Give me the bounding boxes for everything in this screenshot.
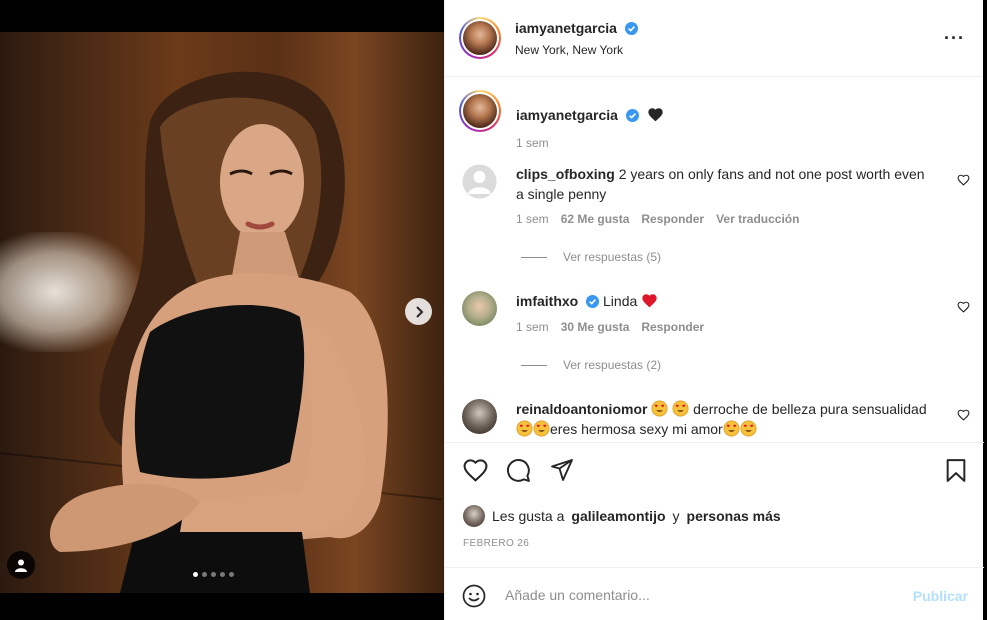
heart-eyes-emoji-icon: [533, 420, 550, 437]
author-avatar[interactable]: [459, 17, 501, 59]
publish-comment-button[interactable]: Publicar: [913, 588, 968, 604]
view-replies-button[interactable]: Ver respuestas (2): [521, 358, 661, 372]
verified-badge-icon: [625, 109, 639, 122]
add-comment-bar: Publicar: [445, 567, 984, 620]
tagged-users-button[interactable]: [7, 551, 35, 579]
comment-username[interactable]: imfaithxo: [516, 293, 578, 309]
emoji-picker-icon[interactable]: [462, 584, 486, 608]
comment-input[interactable]: [505, 583, 895, 607]
caption-username[interactable]: iamyanetgarcia: [516, 107, 618, 123]
comment-likes-count[interactable]: 30 Me gusta: [561, 320, 630, 334]
likes-others-link[interactable]: personas más: [687, 508, 781, 524]
caption-time[interactable]: 1 sem: [516, 136, 549, 150]
like-comment-heart-icon[interactable]: [957, 174, 970, 186]
likes-middle: y: [672, 508, 680, 524]
heart-eyes-emoji-icon: [651, 400, 668, 417]
liker-username[interactable]: galileamontijo: [571, 508, 665, 524]
post-date[interactable]: FEBRERO 26: [463, 538, 529, 549]
likes-prefix: Les gusta a: [492, 508, 565, 524]
black-heart-icon: [648, 108, 663, 122]
view-replies-label: Ver respuestas (2): [563, 358, 662, 372]
reply-button[interactable]: Responder: [641, 212, 704, 226]
liker-avatar[interactable]: [463, 505, 485, 527]
comments-list[interactable]: iamyanetgarcia 1 sem clips_ofboxing 2 ye…: [445, 78, 984, 442]
post-location[interactable]: New York, New York: [515, 43, 623, 57]
post-media-pane: [0, 0, 444, 620]
comment-username[interactable]: clips_ofboxing: [516, 166, 615, 182]
post-photo: [0, 32, 444, 593]
like-comment-heart-icon[interactable]: [957, 301, 970, 313]
carousel-dot: [202, 572, 207, 577]
carousel-dot: [193, 572, 198, 577]
view-replies-label: Ver respuestas (5): [563, 250, 662, 264]
reply-button[interactable]: Responder: [641, 320, 704, 334]
carousel-dot: [220, 572, 225, 577]
commenter-avatar[interactable]: [462, 291, 497, 326]
heart-eyes-emoji-icon: [516, 420, 533, 437]
share-send-icon[interactable]: [550, 458, 574, 482]
comment-time[interactable]: 1 sem: [516, 320, 549, 334]
commenter-avatar[interactable]: [462, 399, 497, 434]
comment-username[interactable]: reinaldoantoniomor: [516, 401, 647, 417]
post-actions: Les gusta a galileamontijo y personas má…: [445, 442, 984, 567]
next-slide-button[interactable]: [405, 298, 432, 325]
carousel-indicator: [193, 572, 234, 577]
more-options-icon[interactable]: ···: [944, 28, 965, 49]
comment-row: imfaithxo Linda 1 sem 30 Me gusta Respon…: [445, 291, 984, 391]
red-heart-emoji-icon: [642, 294, 657, 308]
carousel-dot: [211, 572, 216, 577]
comment-row: clips_ofboxing 2 years on only fans and …: [445, 164, 984, 264]
view-replies-button[interactable]: Ver respuestas (5): [521, 250, 661, 264]
like-comment-heart-icon[interactable]: [957, 409, 970, 421]
post-side-panel: iamyanetgarcia New York, New York ··· ia…: [444, 0, 984, 620]
comment-row: reinaldoantoniomor derroche de belleza p…: [445, 399, 984, 442]
default-avatar-icon[interactable]: [462, 164, 497, 199]
caption-row: iamyanetgarcia 1 sem: [445, 90, 984, 150]
heart-eyes-emoji-icon: [723, 420, 740, 437]
comment-time[interactable]: 1 sem: [516, 212, 549, 226]
author-avatar[interactable]: [459, 90, 501, 132]
post-header: iamyanetgarcia New York, New York ···: [445, 0, 983, 77]
save-bookmark-icon[interactable]: [945, 458, 967, 483]
user-icon: [15, 559, 27, 572]
comment-text: eres hermosa sexy mi amor: [550, 421, 723, 437]
comment-text: Linda: [603, 293, 638, 309]
carousel-dot: [229, 572, 234, 577]
likes-summary: Les gusta a galileamontijo y personas má…: [463, 505, 781, 527]
heart-eyes-emoji-icon: [672, 400, 689, 417]
chevron-right-icon: [415, 305, 423, 318]
comment-bubble-icon[interactable]: [506, 458, 531, 483]
comment-likes-count[interactable]: 62 Me gusta: [561, 212, 630, 226]
verified-badge-icon: [625, 22, 639, 35]
comment-text: sensualidad: [851, 401, 927, 417]
author-username[interactable]: iamyanetgarcia: [515, 20, 617, 36]
verified-badge-icon: [586, 295, 600, 308]
like-heart-icon[interactable]: [462, 458, 489, 482]
heart-eyes-emoji-icon: [740, 420, 757, 437]
comment-text: derroche de belleza pura: [693, 401, 849, 417]
translate-button[interactable]: Ver traducción: [716, 212, 799, 226]
